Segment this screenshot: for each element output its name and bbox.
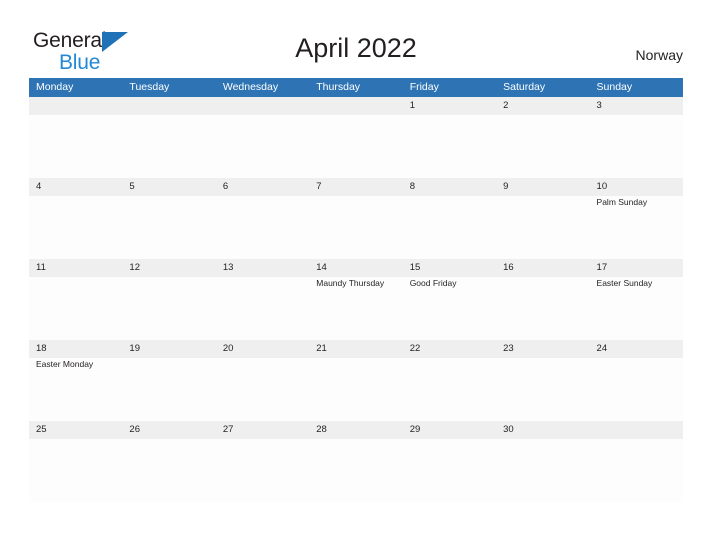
day-cell[interactable]: 11 bbox=[29, 259, 122, 340]
day-cell[interactable]: 16 bbox=[496, 259, 589, 340]
day-cell[interactable] bbox=[590, 421, 683, 502]
day-event: Easter Sunday bbox=[596, 278, 653, 288]
day-number: 8 bbox=[409, 181, 415, 192]
weekday-header-tuesday: Tuesday bbox=[129, 81, 170, 93]
day-number: 23 bbox=[503, 343, 514, 354]
country-label: Norway bbox=[635, 47, 683, 63]
day-number: 26 bbox=[129, 424, 140, 435]
day-number: 21 bbox=[316, 343, 327, 354]
day-cell[interactable]: 2 bbox=[496, 97, 589, 178]
day-number: 24 bbox=[596, 343, 608, 354]
day-number: 29 bbox=[409, 424, 421, 435]
day-cell[interactable]: 3 bbox=[590, 97, 683, 178]
day-cell[interactable]: 4 bbox=[29, 178, 122, 259]
day-cell[interactable]: 12 bbox=[122, 259, 215, 340]
weekday-header-thursday: Thursday bbox=[316, 81, 361, 93]
day-number: 3 bbox=[596, 100, 602, 111]
day-number: 1 bbox=[409, 100, 415, 111]
day-number: 7 bbox=[316, 181, 322, 192]
weekday-header-friday: Friday bbox=[409, 81, 439, 93]
day-cell[interactable]: 17 Easter Sunday bbox=[590, 259, 683, 340]
day-number: 15 bbox=[409, 262, 421, 273]
weekday-header-row: Monday Tuesday Wednesday Thursday Friday… bbox=[29, 78, 683, 97]
calendar-page: General Blue April 2022 Norway Monday Tu… bbox=[0, 0, 712, 550]
day-number: 9 bbox=[503, 181, 509, 192]
day-cell[interactable] bbox=[309, 97, 402, 178]
day-cell[interactable]: 27 bbox=[216, 421, 309, 502]
calendar-week-row: 4 5 6 7 8 9 10 Palm Sunday bbox=[29, 178, 683, 259]
day-event: Easter Monday bbox=[36, 359, 94, 369]
calendar-week-row: 18 Easter Monday 19 20 21 22 23 24 bbox=[29, 340, 683, 421]
day-cell[interactable]: 1 bbox=[403, 97, 496, 178]
day-cell[interactable]: 8 bbox=[403, 178, 496, 259]
day-number: 17 bbox=[596, 262, 608, 273]
day-number: 10 bbox=[596, 181, 608, 192]
day-number: 22 bbox=[409, 343, 421, 354]
day-cell[interactable]: 28 bbox=[309, 421, 402, 502]
day-number: 2 bbox=[503, 100, 509, 111]
page-header: General Blue April 2022 Norway bbox=[0, 0, 712, 78]
day-cell[interactable]: 22 bbox=[403, 340, 496, 421]
day-number: 19 bbox=[129, 343, 140, 354]
calendar-week-row: 25 26 27 28 29 30 bbox=[29, 421, 683, 502]
day-cell[interactable]: 25 bbox=[29, 421, 122, 502]
day-cell[interactable]: 9 bbox=[496, 178, 589, 259]
day-number: 30 bbox=[503, 424, 514, 435]
day-number: 14 bbox=[316, 262, 327, 273]
page-title: April 2022 bbox=[295, 33, 417, 63]
day-number: 6 bbox=[222, 181, 229, 192]
day-cell[interactable]: 13 bbox=[216, 259, 309, 340]
day-cell[interactable]: 5 bbox=[122, 178, 215, 259]
weekday-header-sunday: Sunday bbox=[596, 81, 633, 93]
calendar-grid: Monday Tuesday Wednesday Thursday Friday… bbox=[29, 78, 683, 502]
day-number: 16 bbox=[503, 262, 514, 273]
day-cell[interactable]: 29 bbox=[403, 421, 496, 502]
day-cell[interactable]: 18 Easter Monday bbox=[29, 340, 122, 421]
weekday-header-monday: Monday bbox=[36, 81, 74, 93]
day-cell[interactable] bbox=[122, 97, 215, 178]
day-number: 28 bbox=[316, 424, 327, 435]
day-cell[interactable] bbox=[216, 97, 309, 178]
day-number: 18 bbox=[36, 343, 47, 354]
day-number: 12 bbox=[129, 262, 140, 273]
day-event: Maundy Thursday bbox=[316, 278, 385, 288]
day-cell[interactable]: 14 Maundy Thursday bbox=[309, 259, 402, 340]
day-number: 27 bbox=[222, 424, 234, 435]
day-cell[interactable]: 7 bbox=[309, 178, 402, 259]
day-cell[interactable]: 21 bbox=[309, 340, 402, 421]
day-number: 11 bbox=[36, 262, 46, 273]
weekday-header-saturday: Saturday bbox=[503, 81, 546, 93]
weekday-header-wednesday: Wednesday bbox=[222, 81, 279, 93]
day-cell[interactable]: 10 Palm Sunday bbox=[590, 178, 683, 259]
day-cell[interactable]: 19 bbox=[122, 340, 215, 421]
day-cell[interactable]: 30 bbox=[496, 421, 589, 502]
day-number: 5 bbox=[129, 181, 135, 192]
day-cell[interactable] bbox=[29, 97, 122, 178]
day-number: 20 bbox=[222, 343, 234, 354]
calendar-week-row: 1 2 3 bbox=[29, 97, 683, 178]
day-cell[interactable]: 26 bbox=[122, 421, 215, 502]
day-cell[interactable]: 23 bbox=[496, 340, 589, 421]
day-number: 4 bbox=[36, 181, 42, 192]
day-cell[interactable]: 15 Good Friday bbox=[403, 259, 496, 340]
day-cell[interactable]: 24 bbox=[590, 340, 683, 421]
calendar-week-row: 11 12 13 14 Maundy Thursday 15 Good Frid… bbox=[29, 259, 683, 340]
day-cell[interactable]: 6 bbox=[216, 178, 309, 259]
day-cell[interactable]: 20 bbox=[216, 340, 309, 421]
day-event: Good Friday bbox=[409, 278, 457, 288]
day-number: 25 bbox=[36, 424, 47, 435]
day-number: 13 bbox=[222, 262, 234, 273]
day-event: Palm Sunday bbox=[596, 197, 648, 207]
